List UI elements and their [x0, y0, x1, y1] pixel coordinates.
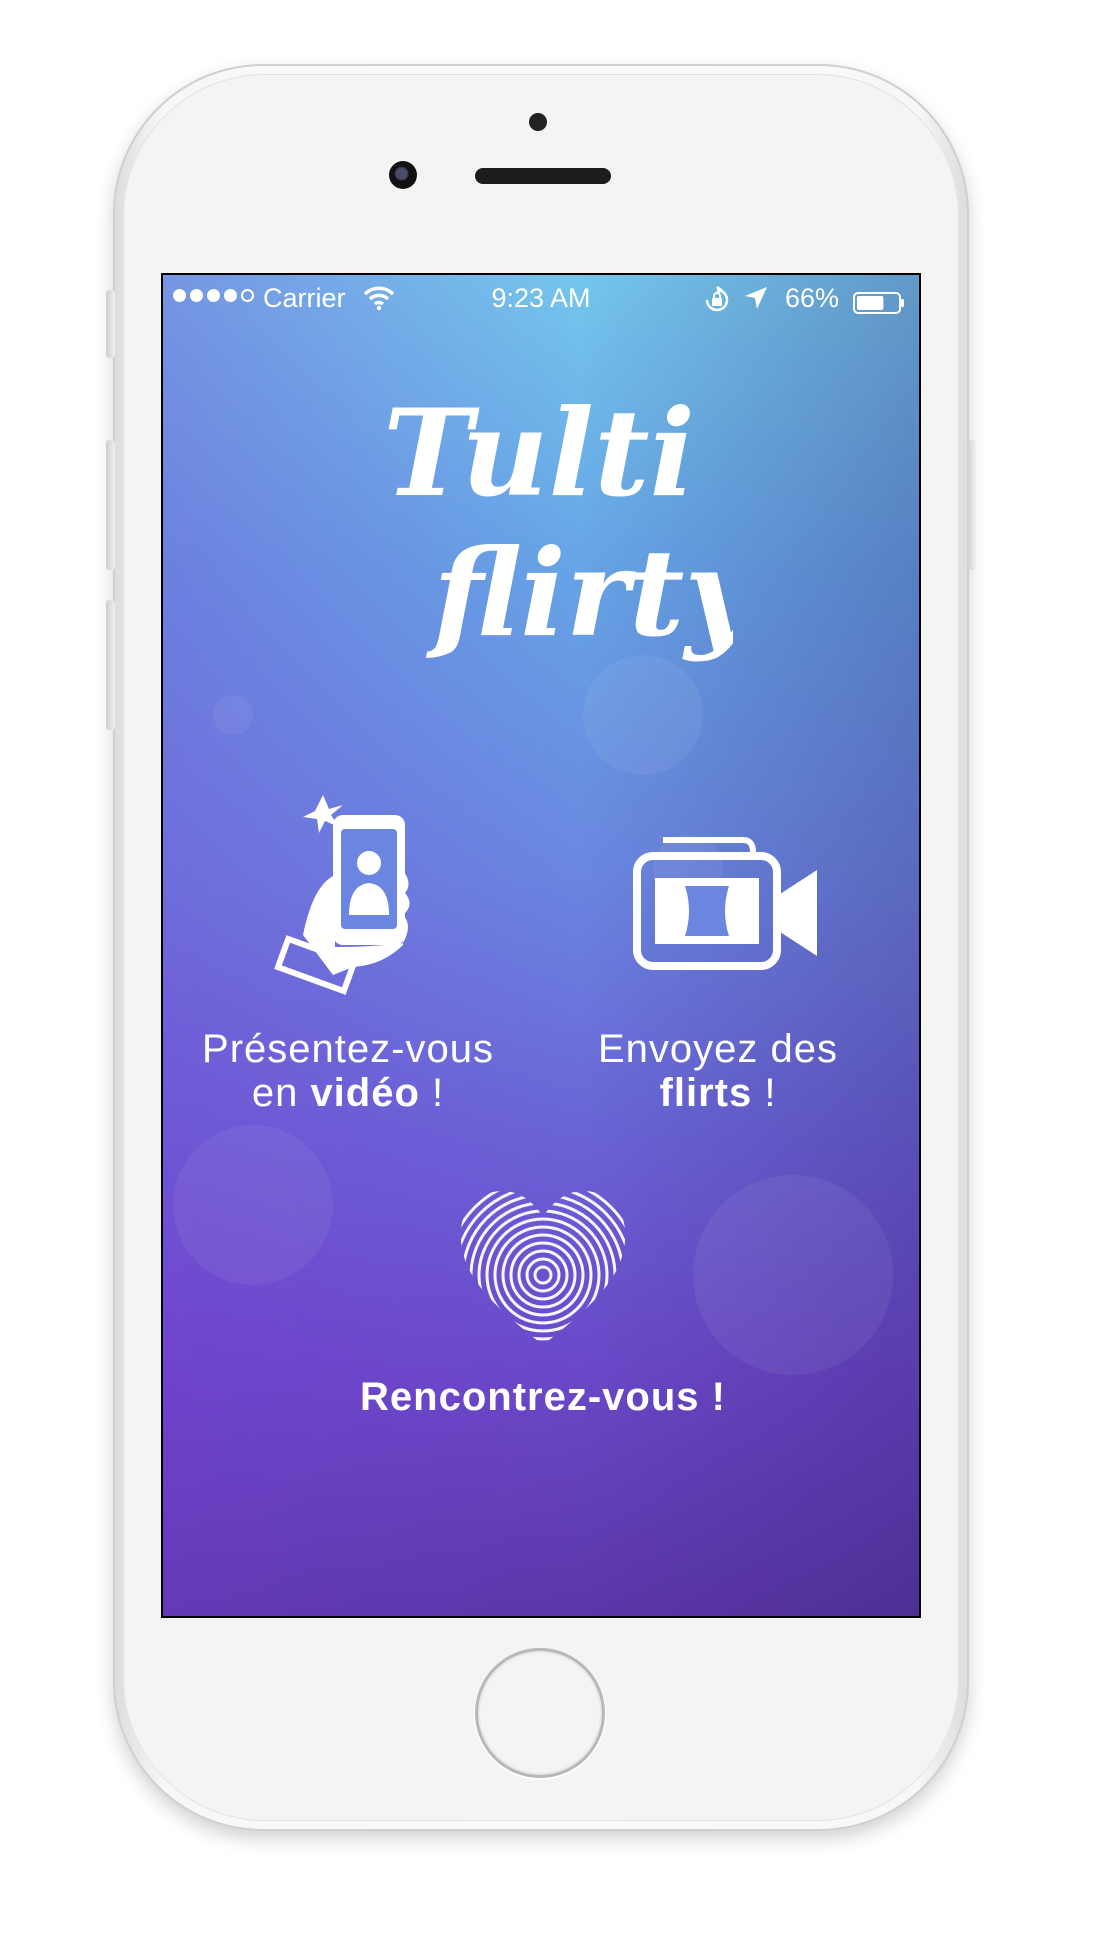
logo-line1: Tulti — [383, 383, 695, 524]
feature-video-suffix: ! — [419, 1071, 445, 1115]
rotation-lock-icon — [703, 286, 731, 321]
feature-flirts-line2: flirts ! — [553, 1071, 883, 1115]
battery-percent: 66% — [785, 283, 840, 313]
feature-video-line2: en vidéo ! — [183, 1071, 513, 1115]
earpiece-speaker — [475, 168, 611, 184]
mute-switch — [106, 290, 115, 358]
proximity-sensor — [529, 113, 547, 131]
screen: Carrier 9:23 AM 66% Tulti flirty Présent… — [161, 273, 921, 1618]
feature-video-bold: vidéo — [310, 1071, 420, 1115]
battery-icon — [853, 290, 905, 314]
feature-flirts-suffix: ! — [752, 1071, 777, 1115]
power-button — [967, 440, 976, 570]
selfie-phone-hand-icon — [274, 795, 410, 995]
feature-meet-label: Rencontrez-vous ! — [360, 1375, 726, 1419]
feature-flirts-label: Envoyez des flirts ! — [553, 1027, 883, 1115]
volume-down-button — [106, 600, 115, 730]
app-background: Carrier 9:23 AM 66% Tulti flirty Présent… — [163, 275, 919, 1616]
video-camera-icon — [633, 837, 817, 970]
feature-video-prefix: en — [251, 1071, 311, 1115]
home-button[interactable] — [475, 1648, 605, 1778]
fingerprint-heart-icon — [460, 1191, 626, 1345]
volume-up-button — [106, 440, 115, 570]
tutti-flirty-logo: Tulti flirty — [383, 383, 733, 664]
feature-video-label: Présentez-vous en vidéo ! — [183, 1027, 513, 1115]
status-bar: Carrier 9:23 AM 66% — [163, 275, 919, 325]
feature-video-line1: Présentez-vous — [202, 1027, 494, 1071]
front-camera — [389, 161, 417, 189]
logo-line2: flirty — [425, 523, 733, 664]
location-arrow-icon — [743, 285, 769, 318]
feature-flirts-bold: flirts — [659, 1071, 753, 1115]
feature-flirts-line1: Envoyez des — [597, 1027, 839, 1071]
